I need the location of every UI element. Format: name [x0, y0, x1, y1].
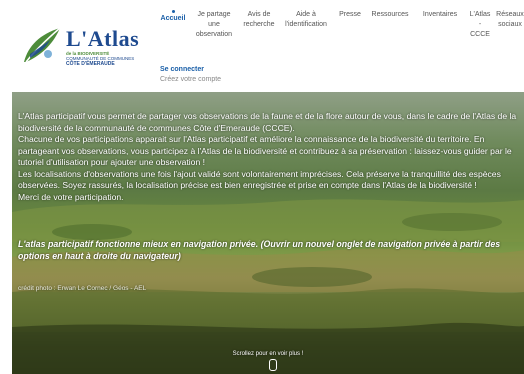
nav-avis[interactable]: Avis de recherche [242, 10, 276, 30]
private-browsing-notice: L'atlas participatif fonctionne mieux en… [18, 239, 501, 261]
logo-title: L'Atlas [66, 26, 140, 51]
mouse-scroll-icon[interactable] [269, 359, 277, 371]
login-link[interactable]: Se connecter [160, 66, 221, 73]
site-header: L'Atlas de la BIODIVERSITÉ COMMUNAUTÉ DE… [0, 0, 524, 92]
hero-paragraph: Chacune de vos participations apparait s… [18, 134, 512, 167]
photo-credit: crédit photo : Erwan Le Cornec / Géos - … [18, 285, 147, 292]
nav-presse[interactable]: Presse [336, 10, 364, 20]
hero-paragraph: Merci de votre participation. [18, 191, 124, 202]
active-dot-icon [171, 10, 175, 13]
account-links: Se connecter Créez votre compte [160, 66, 221, 83]
leaf-logo-icon [24, 27, 61, 63]
hero-paragraph: Les localisations d'observations une foi… [18, 168, 501, 191]
hero-description: L'Atlas participatif vous permet de part… [18, 111, 518, 203]
create-account-link[interactable]: Créez votre compte [160, 76, 221, 83]
hero-banner: L'Atlas participatif vous permet de part… [12, 92, 524, 374]
nav-atlas-ccce[interactable]: L'Atlas - CCCE [468, 10, 492, 40]
nav-partage[interactable]: Je partage une observation [192, 10, 236, 40]
nav-accueil[interactable]: Accueil [158, 10, 188, 24]
nav-ressources[interactable]: Ressources [368, 10, 412, 20]
hero-paragraph: L'Atlas participatif vous permet de part… [18, 111, 517, 133]
logo-territory: CÔTE D'ÉMERAUDE [66, 61, 115, 67]
nav-aide[interactable]: Aide à l'identification [282, 10, 330, 30]
nav-inventaires[interactable]: Inventaires [418, 10, 462, 20]
scroll-hint[interactable]: Scrollez pour en voir plus ! [12, 351, 524, 357]
atlas-logo[interactable]: L'Atlas de la BIODIVERSITÉ COMMUNAUTÉ DE… [20, 22, 140, 68]
nav-reseaux[interactable]: Réseaux sociaux [496, 10, 524, 30]
